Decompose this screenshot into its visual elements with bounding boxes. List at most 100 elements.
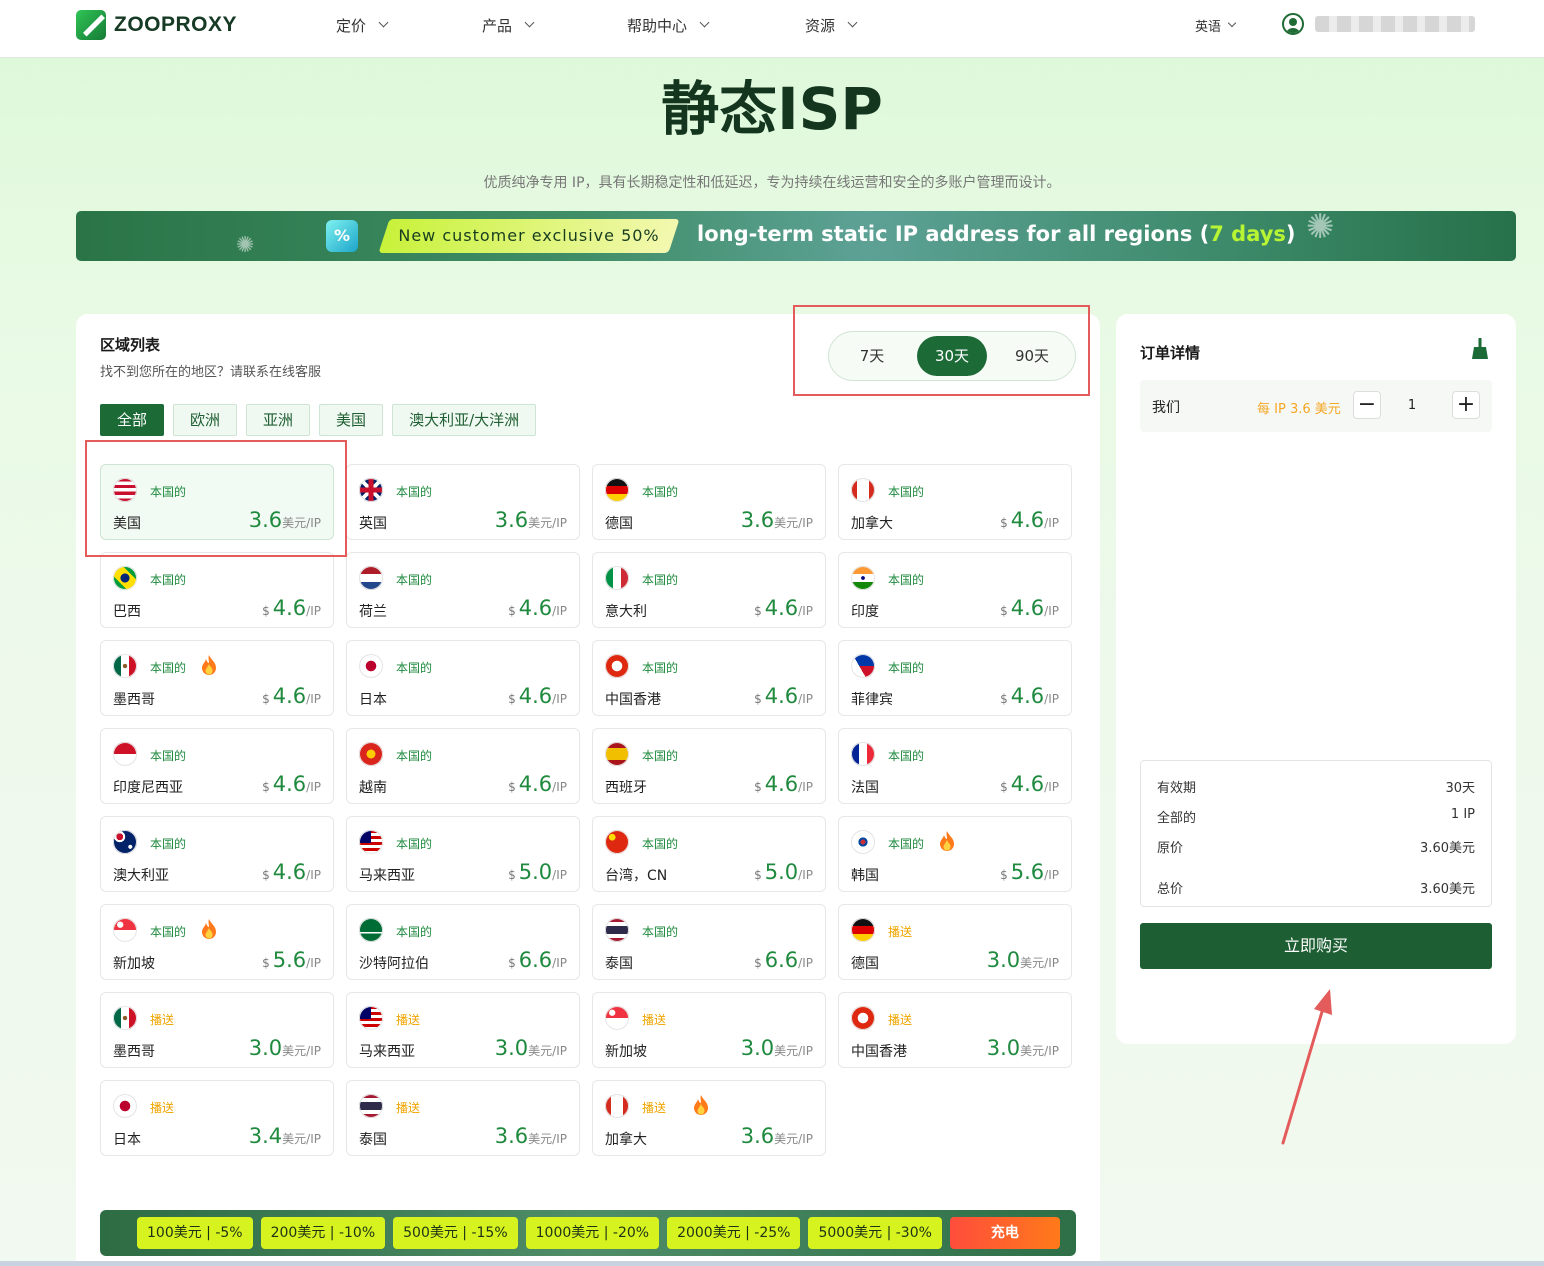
- region-card[interactable]: 本国的 巴西 $4.6/IP: [100, 552, 334, 628]
- region-card[interactable]: 本国的 马来西亚 $5.0/IP: [346, 816, 580, 892]
- price-value: 4.6: [518, 596, 553, 620]
- price-unit: /IP: [1044, 868, 1059, 882]
- flag-vn-icon: [359, 742, 383, 766]
- region-card[interactable]: 播送 墨西哥 3.0美元/IP: [100, 992, 334, 1068]
- price-unit: /IP: [798, 956, 813, 970]
- promo-banner[interactable]: ✺ ✺ % New customer exclusive 50% long-te…: [76, 211, 1516, 261]
- flag-ca-icon: [851, 478, 875, 502]
- period-selector: 7天 30天 90天: [828, 331, 1076, 381]
- order-country: 我们: [1152, 400, 1180, 416]
- nav-item-resources[interactable]: 资源: [805, 0, 858, 50]
- region-card[interactable]: 本国的 印度尼西亚 $4.6/IP: [100, 728, 334, 804]
- proxy-type-label: 播送: [888, 1013, 913, 1027]
- flag-id-icon: [113, 742, 137, 766]
- region-card[interactable]: 本国的 中国香港 $4.6/IP: [592, 640, 826, 716]
- region-card[interactable]: 播送 新加坡 3.0美元/IP: [592, 992, 826, 1068]
- price-unit: 美元/IP: [528, 1044, 567, 1058]
- quantity-value[interactable]: 1: [1402, 398, 1422, 413]
- price-unit: /IP: [798, 868, 813, 882]
- quantity-decrease-button[interactable]: −: [1353, 391, 1381, 419]
- region-card[interactable]: 本国的 西班牙 $4.6/IP: [592, 728, 826, 804]
- region-card[interactable]: 本国的 日本 $4.6/IP: [346, 640, 580, 716]
- tab-europe[interactable]: 欧洲: [173, 404, 238, 436]
- region-card[interactable]: 播送 日本 3.4美元/IP: [100, 1080, 334, 1156]
- region-card[interactable]: 播送 德国 3.0美元/IP: [838, 904, 1072, 980]
- language-selector[interactable]: 英语: [1195, 0, 1237, 50]
- region-card[interactable]: 本国的 澳大利亚 $4.6/IP: [100, 816, 334, 892]
- nav-item-pricing[interactable]: 定价: [336, 0, 389, 50]
- region-card[interactable]: 本国的 泰国 $6.6/IP: [592, 904, 826, 980]
- region-card[interactable]: 本国的 台湾，CN $5.0/IP: [592, 816, 826, 892]
- quantity-increase-button[interactable]: +: [1452, 391, 1480, 419]
- tab-asia[interactable]: 亚洲: [246, 404, 311, 436]
- proxy-type-label: 播送: [396, 1101, 421, 1115]
- price-value: 4.6: [518, 772, 553, 796]
- currency-symbol: $: [1000, 692, 1008, 706]
- discount-tier[interactable]: 100美元 | -5%: [137, 1217, 253, 1249]
- period-option-7-days[interactable]: 7天: [837, 336, 907, 376]
- promo-text-end: ): [1285, 222, 1296, 246]
- currency-symbol: $: [754, 956, 762, 970]
- summary-label: 有效期: [1157, 781, 1197, 796]
- contact-support-link[interactable]: 找不到您所在的地区？请联系在线客服: [100, 361, 321, 380]
- region-card[interactable]: 本国的 越南 $4.6/IP: [346, 728, 580, 804]
- proxy-type-label: 播送: [642, 1101, 667, 1115]
- firework-icon: ✺: [236, 233, 255, 258]
- region-name: 印度: [851, 604, 879, 620]
- summary-value: 30天: [1445, 781, 1475, 796]
- discount-tier[interactable]: 5000美元 | -30%: [808, 1217, 942, 1249]
- proxy-type-label: 本国的: [642, 749, 679, 763]
- region-card[interactable]: 本国的 韩国 $5.6/IP: [838, 816, 1072, 892]
- region-card[interactable]: 本国的 英国 3.6美元/IP: [346, 464, 580, 540]
- price-value: 4.6: [1010, 772, 1045, 796]
- price-unit: 美元/IP: [1020, 956, 1059, 970]
- price-unit: /IP: [552, 868, 567, 882]
- region-name: 新加坡: [113, 956, 155, 972]
- region-card[interactable]: 本国的 荷兰 $4.6/IP: [346, 552, 580, 628]
- region-card[interactable]: 本国的 印度 $4.6/IP: [838, 552, 1072, 628]
- region-card[interactable]: 本国的 墨西哥 $4.6/IP: [100, 640, 334, 716]
- proxy-type-label: 本国的: [150, 837, 187, 851]
- region-price: $4.6/IP: [1000, 773, 1059, 798]
- proxy-type-label: 本国的: [888, 661, 925, 675]
- proxy-type-label: 播送: [150, 1101, 175, 1115]
- period-option-90-days[interactable]: 90天: [997, 336, 1067, 376]
- flag-cn-icon: [605, 830, 629, 854]
- user-name-blurred[interactable]: [1315, 16, 1475, 32]
- region-card[interactable]: 本国的 加拿大 $4.6/IP: [838, 464, 1072, 540]
- region-card[interactable]: 本国的 法国 $4.6/IP: [838, 728, 1072, 804]
- summary-row-validity: 有效期 30天: [1157, 777, 1475, 796]
- discount-tier[interactable]: 500美元 | -15%: [393, 1217, 518, 1249]
- firework-icon: ✺: [1306, 211, 1335, 247]
- discount-tier[interactable]: 200美元 | -10%: [260, 1217, 386, 1249]
- region-card[interactable]: 播送 中国香港 3.0美元/IP: [838, 992, 1072, 1068]
- currency-symbol: $: [1000, 780, 1008, 794]
- region-card[interactable]: 本国的 新加坡 $5.6/IP: [100, 904, 334, 980]
- user-avatar-icon[interactable]: [1282, 13, 1304, 35]
- tab-all[interactable]: 全部: [100, 404, 165, 436]
- brand-logo[interactable]: ZOOPROXY: [76, 8, 237, 42]
- discount-tier[interactable]: 2000美元 | -25%: [667, 1217, 801, 1249]
- region-card[interactable]: 本国的 沙特阿拉伯 $6.6/IP: [346, 904, 580, 980]
- nav-item-products[interactable]: 产品: [482, 0, 535, 50]
- tab-america[interactable]: 美国: [319, 404, 384, 436]
- region-card[interactable]: 播送 泰国 3.6美元/IP: [346, 1080, 580, 1156]
- region-card[interactable]: 播送 加拿大 3.6美元/IP: [592, 1080, 826, 1156]
- price-unit: /IP: [798, 780, 813, 794]
- nav-item-help-center[interactable]: 帮助中心: [627, 0, 710, 50]
- currency-symbol: $: [754, 780, 762, 794]
- region-card[interactable]: 本国的 菲律宾 $4.6/IP: [838, 640, 1072, 716]
- period-option-30-days[interactable]: 30天: [917, 336, 987, 376]
- flag-mx-icon: [113, 1006, 137, 1030]
- buy-now-button[interactable]: 立即购买: [1140, 923, 1492, 969]
- discount-tier[interactable]: 1000美元 | -20%: [525, 1217, 660, 1249]
- price-unit: 美元/IP: [774, 516, 813, 530]
- region-card[interactable]: 播送 马来西亚 3.0美元/IP: [346, 992, 580, 1068]
- clear-broom-icon[interactable]: [1471, 338, 1489, 360]
- recharge-button[interactable]: 充电: [949, 1217, 1060, 1249]
- region-card[interactable]: 本国的 德国 3.6美元/IP: [592, 464, 826, 540]
- tab-oceania[interactable]: 澳大利亚/大洋洲: [392, 404, 537, 436]
- discount-tiers-bar: 100美元 | -5% 200美元 | -10% 500美元 | -15% 10…: [100, 1210, 1076, 1256]
- flag-th-icon: [605, 918, 629, 942]
- region-card[interactable]: 本国的 意大利 $4.6/IP: [592, 552, 826, 628]
